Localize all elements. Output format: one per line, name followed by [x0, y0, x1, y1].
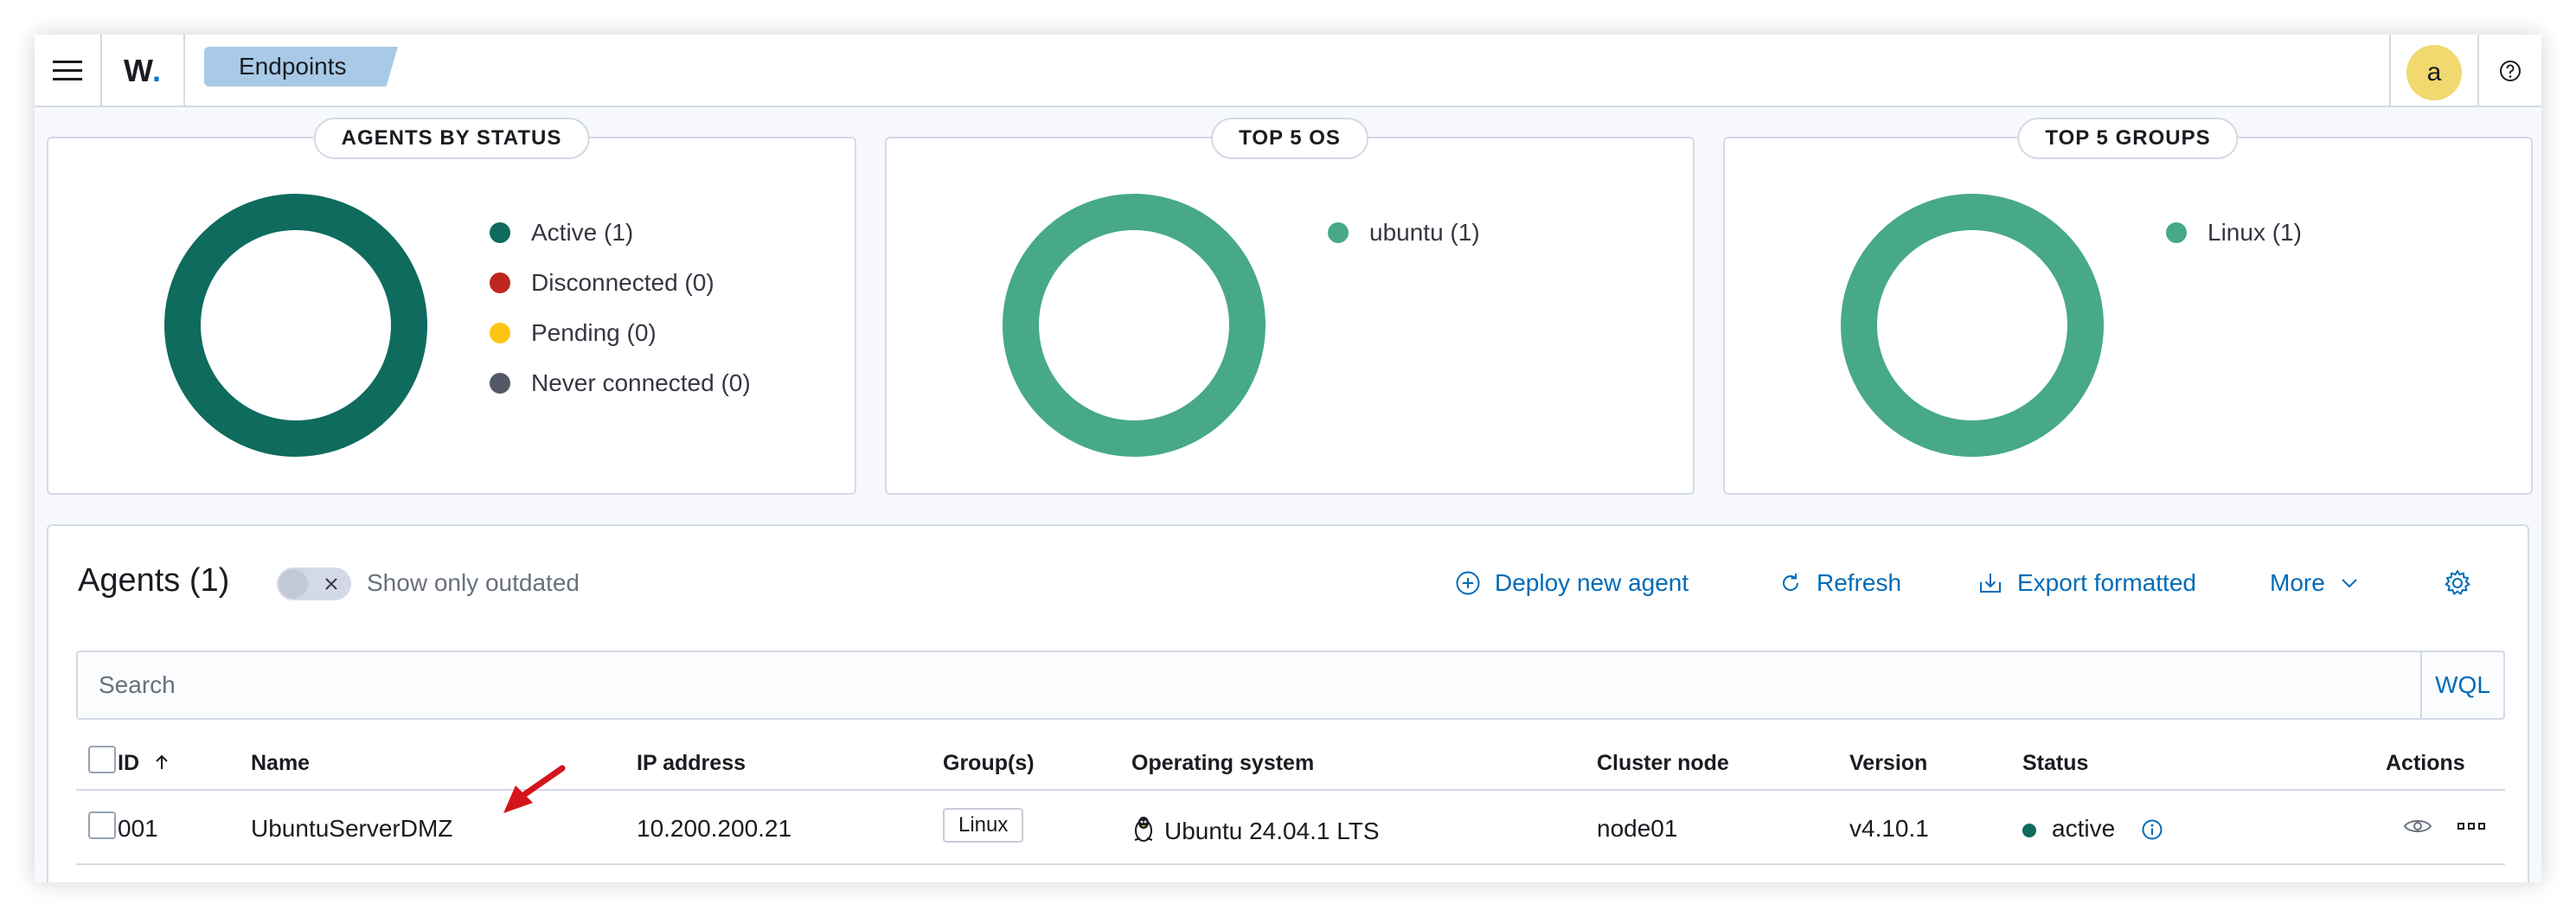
group-badge-linux[interactable]: Linux	[943, 808, 1024, 843]
status-donut-chart	[164, 194, 427, 457]
settings-gear-icon[interactable]	[2443, 564, 2486, 602]
donut-ring	[1003, 194, 1266, 457]
logo-text: W	[124, 53, 153, 88]
column-header-name[interactable]: Name	[251, 751, 310, 776]
header-divider	[2389, 35, 2391, 107]
status-dot	[2022, 823, 2036, 837]
legend-item-never-connected[interactable]: Never connected (0)	[490, 358, 751, 408]
select-all-checkbox[interactable]	[88, 746, 116, 773]
top-5-os-panel: TOP 5 OS ubuntu (1)	[885, 118, 1695, 495]
column-header-ip[interactable]: IP address	[637, 751, 746, 776]
button-label: More	[2270, 569, 2325, 596]
gear-icon	[2445, 570, 2470, 595]
chevron-down-icon	[2342, 579, 2357, 588]
refresh-icon	[1783, 574, 1799, 591]
column-header-os[interactable]: Operating system	[1131, 751, 1314, 776]
panel-title: TOP 5 GROUPS	[2017, 118, 2239, 159]
logo-dot: .	[151, 53, 161, 88]
cell-cluster-node: node01	[1597, 815, 1678, 842]
header-divider	[183, 35, 185, 107]
app-logo[interactable]: W.	[102, 35, 182, 107]
button-label: Export formatted	[2017, 569, 2196, 596]
cell-ip: 10.200.200.21	[637, 815, 792, 842]
agents-table-card: Agents (1) Show only outdated Deploy new…	[47, 524, 2529, 882]
status-legend: Active (1) Disconnected (0) Pending (0) …	[490, 208, 751, 408]
legend-label: Disconnected (0)	[531, 269, 714, 296]
top-5-groups-panel: TOP 5 GROUPS Linux (1)	[1723, 118, 2533, 495]
app-frame: W. Endpoints a AGENTS BY STATUS Active (…	[35, 35, 2541, 882]
column-header-groups[interactable]: Group(s)	[943, 751, 1035, 776]
toggle-knob	[279, 569, 308, 599]
button-label: Deploy new agent	[1495, 569, 1689, 596]
donut-ring	[1841, 194, 2104, 457]
more-horizontal-icon[interactable]	[2457, 820, 2486, 832]
show-outdated-toggle[interactable]	[277, 568, 351, 600]
legend-item-ubuntu[interactable]: ubuntu (1)	[1328, 208, 1480, 258]
agents-by-status-panel: AGENTS BY STATUS Active (1) Disconnected…	[47, 118, 856, 495]
search-bar: WQL	[76, 651, 2505, 720]
legend-label: ubuntu (1)	[1369, 219, 1480, 246]
os-label: Ubuntu 24.04.1 LTS	[1164, 818, 1380, 844]
status-label: active	[2052, 815, 2116, 842]
groups-legend: Linux (1)	[2166, 208, 2302, 258]
plus-circle-icon	[1456, 571, 1480, 595]
export-icon	[1980, 574, 2001, 593]
info-icon[interactable]	[2141, 818, 2163, 841]
wql-button[interactable]: WQL	[2420, 652, 2503, 718]
panel-title: TOP 5 OS	[1211, 118, 1368, 159]
more-button[interactable]: More	[2270, 564, 2375, 602]
hamburger-menu-icon[interactable]	[35, 35, 100, 107]
eye-icon[interactable]	[2403, 817, 2432, 836]
question-circle-icon[interactable]	[2495, 55, 2526, 87]
legend-dot	[490, 222, 510, 243]
os-donut-chart	[1003, 194, 1266, 457]
column-header-id[interactable]: ID	[118, 751, 171, 776]
button-label: Refresh	[1817, 569, 1902, 596]
column-header-actions: Actions	[2386, 751, 2465, 775]
os-legend: ubuntu (1)	[1328, 208, 1480, 258]
column-header-status[interactable]: Status	[2022, 751, 2088, 776]
breadcrumb-endpoints[interactable]: Endpoints	[204, 47, 398, 87]
agents-title: Agents (1)	[78, 562, 230, 599]
column-header-cluster-node[interactable]: Cluster node	[1597, 751, 1729, 776]
legend-label: Never connected (0)	[531, 369, 751, 396]
cell-name[interactable]: UbuntuServerDMZ	[251, 815, 452, 843]
user-avatar[interactable]: a	[2406, 45, 2462, 100]
cell-version: v4.10.1	[1849, 815, 1929, 842]
legend-label: Linux (1)	[2208, 219, 2302, 246]
legend-item-pending[interactable]: Pending (0)	[490, 308, 751, 358]
legend-dot	[1328, 222, 1349, 243]
groups-donut-chart	[1841, 194, 2104, 457]
legend-dot	[490, 323, 510, 343]
deploy-new-agent-button[interactable]: Deploy new agent	[1455, 564, 1688, 602]
arrow-up-icon	[156, 754, 168, 769]
top-header: W. Endpoints a	[35, 35, 2541, 107]
export-formatted-button[interactable]: Export formatted	[1977, 564, 2196, 602]
linux-penguin-icon	[1134, 817, 1153, 842]
close-icon	[325, 578, 337, 590]
refresh-button[interactable]: Refresh	[1778, 564, 1901, 602]
header-row-divider	[76, 789, 2505, 791]
legend-dot	[490, 373, 510, 394]
cell-status: active	[2022, 815, 2163, 843]
legend-dot	[2166, 222, 2187, 243]
legend-label: Active (1)	[531, 219, 634, 246]
cell-os: Ubuntu 24.04.1 LTS	[1131, 815, 1380, 845]
toggle-label: Show only outdated	[367, 569, 580, 596]
column-header-version[interactable]: Version	[1849, 751, 1927, 776]
legend-item-linux[interactable]: Linux (1)	[2166, 208, 2302, 258]
column-label: ID	[118, 751, 139, 775]
panel-title: AGENTS BY STATUS	[313, 118, 590, 159]
donut-ring	[164, 194, 427, 457]
row-checkbox[interactable]	[88, 811, 116, 839]
legend-label: Pending (0)	[531, 319, 657, 346]
row-divider	[76, 863, 2505, 865]
legend-item-active[interactable]: Active (1)	[490, 208, 751, 258]
cell-id[interactable]: 001	[118, 815, 158, 843]
legend-item-disconnected[interactable]: Disconnected (0)	[490, 258, 751, 308]
header-divider	[2477, 35, 2479, 107]
search-input[interactable]	[78, 652, 2396, 718]
legend-dot	[490, 273, 510, 293]
red-arrow-annotation-icon	[503, 765, 566, 813]
